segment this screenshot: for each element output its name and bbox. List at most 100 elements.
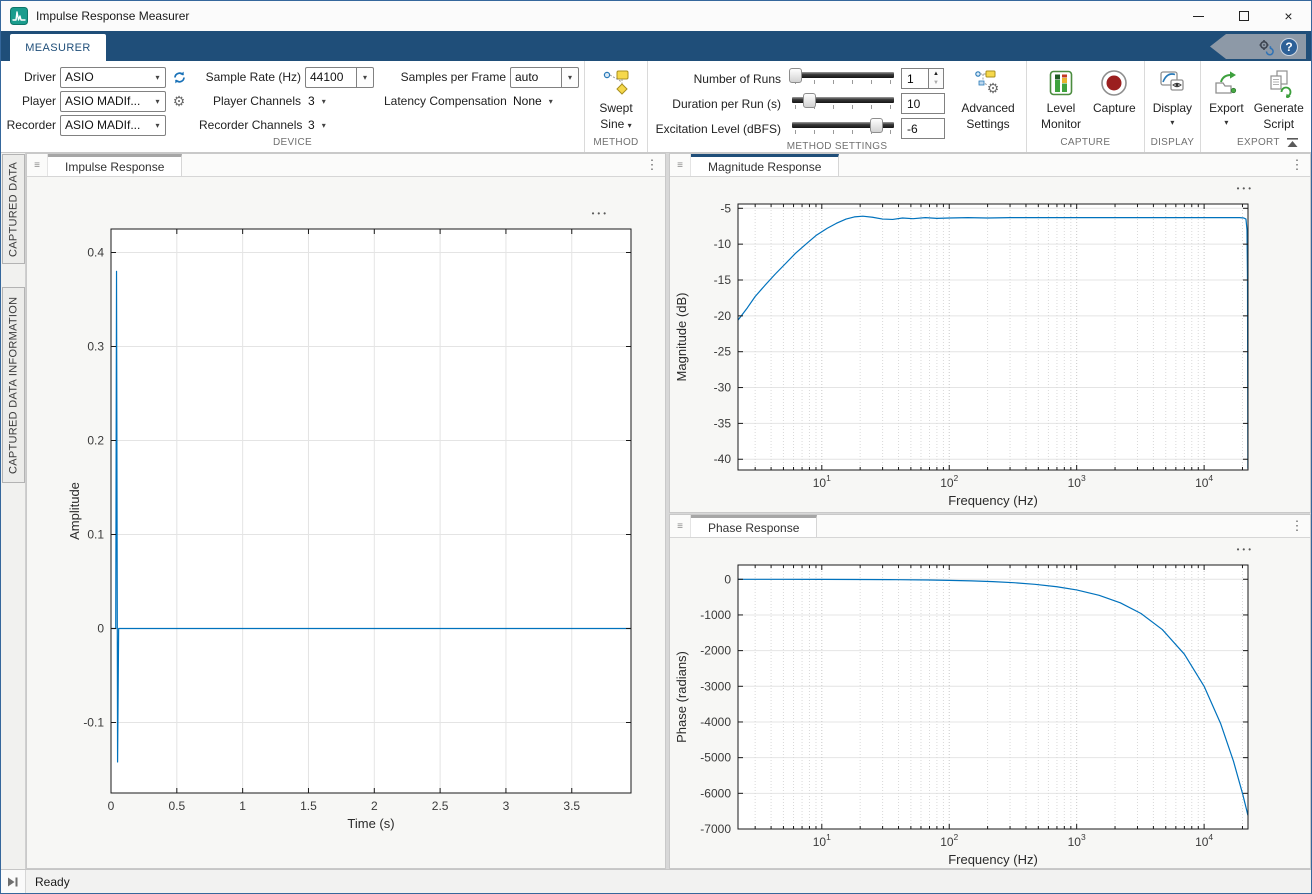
svg-text:104: 104 xyxy=(1195,473,1213,490)
status-bar: Ready xyxy=(1,869,1311,893)
svg-text:-10: -10 xyxy=(714,237,732,251)
recorder-channels-dropdown[interactable]: 3 ▾ xyxy=(305,118,326,132)
svg-text:0.4: 0.4 xyxy=(87,246,104,260)
group-label-device: DEVICE xyxy=(6,137,579,152)
maximize-button[interactable] xyxy=(1221,1,1266,31)
svg-text:-4000: -4000 xyxy=(700,715,731,729)
svg-text:0: 0 xyxy=(108,799,115,813)
sidebar-item-captured-data[interactable]: CAPTURED DATA xyxy=(2,154,25,264)
advanced-settings-icon: ⚙ xyxy=(973,65,1003,101)
app-icon xyxy=(10,7,28,25)
ribbon-tab-strip: MEASURER ? xyxy=(1,31,1311,61)
slider-thumb[interactable] xyxy=(870,118,883,133)
svg-text:-30: -30 xyxy=(714,381,732,395)
app-window: Impulse Response Measurer × MEASURER ? xyxy=(0,0,1312,894)
panel-menu-icon[interactable]: ≡ xyxy=(670,515,691,537)
excitation-level-slider[interactable] xyxy=(792,116,894,141)
panel-menu-icon[interactable]: ≡ xyxy=(27,154,48,176)
impulse-response-panel: ≡ Impulse Response ⋮ ••• -0.100.10.20.30… xyxy=(26,153,666,869)
recorder-dropdown[interactable]: ASIO MADIf... ▾ xyxy=(60,115,166,136)
tab-measurer[interactable]: MEASURER xyxy=(10,34,106,61)
svg-text:3.5: 3.5 xyxy=(563,799,580,813)
latency-compensation-dropdown[interactable]: None ▾ xyxy=(510,94,553,108)
advanced-settings-button[interactable]: ⚙ Advanced Settings xyxy=(955,64,1021,133)
generate-script-button[interactable]: Generate Script xyxy=(1247,64,1311,133)
help-icon[interactable]: ? xyxy=(1280,38,1298,56)
panel-options-icon[interactable]: ⋮ xyxy=(1284,515,1310,537)
duration-per-run-field[interactable]: 10 xyxy=(901,93,945,114)
number-of-runs-spinner[interactable]: 1 ▲▼ xyxy=(901,68,945,89)
player-dropdown[interactable]: ASIO MADIf... ▾ xyxy=(60,91,166,112)
collapse-ribbon-icon[interactable] xyxy=(1283,135,1301,149)
close-button[interactable]: × xyxy=(1266,1,1311,31)
svg-text:102: 102 xyxy=(940,832,958,849)
driver-dropdown[interactable]: ASIO ▾ xyxy=(60,67,166,88)
swept-sine-button[interactable]: Swept Sine ▾ xyxy=(590,64,642,133)
player-channels-dropdown[interactable]: 3 ▾ xyxy=(305,94,326,108)
slider-thumb[interactable] xyxy=(789,68,802,83)
svg-text:-25: -25 xyxy=(714,345,732,359)
ribbon-group-method: Swept Sine ▾ METHOD xyxy=(585,61,648,152)
svg-text:1.5: 1.5 xyxy=(300,799,317,813)
duration-per-run-slider[interactable] xyxy=(792,91,894,116)
axes-toolbar-ellipsis[interactable]: ••• xyxy=(1237,545,1254,554)
chevron-down-icon: ▾ xyxy=(322,121,326,130)
excitation-level-field[interactable]: -6 xyxy=(901,118,945,139)
svg-text:-1000: -1000 xyxy=(700,608,731,622)
status-message: Ready xyxy=(26,875,70,889)
excitation-level-label: Excitation Level (dBFS) xyxy=(653,116,785,141)
samples-per-frame-label: Samples per Frame xyxy=(384,70,510,84)
slider-thumb[interactable] xyxy=(803,93,816,108)
tab-impulse-response[interactable]: Impulse Response xyxy=(48,154,182,176)
spinner-up-icon[interactable]: ▲ xyxy=(929,69,943,79)
phase-panel-body: ••• 0-1000-2000-3000-4000-5000-6000-7000… xyxy=(670,538,1310,868)
export-button[interactable]: Export ▾ xyxy=(1206,64,1247,129)
status-expand-icon[interactable] xyxy=(1,870,26,893)
tab-phase-response[interactable]: Phase Response xyxy=(691,515,817,537)
display-button[interactable]: Display ▾ xyxy=(1150,64,1195,129)
player-channels-label: Player Channels xyxy=(199,94,305,108)
svg-text:102: 102 xyxy=(940,473,958,490)
latency-compensation-label: Latency Compensation xyxy=(384,94,510,108)
sidebar-item-captured-data-information[interactable]: CAPTURED DATA INFORMATION xyxy=(2,287,25,483)
chevron-down-icon[interactable]: ▾ xyxy=(357,67,374,88)
magnitude-panel-body: ••• -40-35-30-25-20-15-10-5101102103104F… xyxy=(670,177,1310,512)
minimize-button[interactable] xyxy=(1176,1,1221,31)
impulse-response-chart[interactable]: -0.100.10.20.30.400.511.522.533.5Time (s… xyxy=(27,177,665,870)
svg-text:-7000: -7000 xyxy=(700,822,731,836)
display-icon xyxy=(1157,65,1187,101)
svg-text:-5: -5 xyxy=(720,201,731,215)
svg-text:-6000: -6000 xyxy=(700,786,731,800)
level-monitor-icon xyxy=(1047,65,1075,101)
tab-magnitude-response[interactable]: Magnitude Response xyxy=(691,154,839,176)
chevron-down-icon[interactable]: ▾ xyxy=(562,67,579,88)
svg-text:-20: -20 xyxy=(714,309,732,323)
device-settings-icon[interactable]: ⚙ xyxy=(169,91,189,111)
sample-rate-label: Sample Rate (Hz) xyxy=(199,70,305,84)
level-monitor-button[interactable]: Level Monitor xyxy=(1032,64,1090,133)
sample-rate-combobox[interactable]: 44100 ▾ xyxy=(305,67,374,88)
spinner-down-icon[interactable]: ▼ xyxy=(929,79,943,89)
svg-text:Phase (radians): Phase (radians) xyxy=(674,651,689,743)
number-of-runs-slider[interactable] xyxy=(792,66,894,91)
refresh-devices-icon[interactable] xyxy=(169,67,189,87)
panel-options-icon[interactable]: ⋮ xyxy=(1284,154,1310,176)
panel-menu-icon[interactable]: ≡ xyxy=(670,154,691,176)
preferences-sync-icon[interactable] xyxy=(1256,38,1274,56)
panel-options-icon[interactable]: ⋮ xyxy=(639,154,665,176)
svg-text:-3000: -3000 xyxy=(700,679,731,693)
axes-toolbar-ellipsis[interactable]: ••• xyxy=(592,209,609,218)
phase-response-chart[interactable]: 0-1000-2000-3000-4000-5000-6000-70001011… xyxy=(670,538,1310,870)
samples-per-frame-combobox[interactable]: auto ▾ xyxy=(510,67,579,88)
chevron-down-icon: ▾ xyxy=(1170,117,1174,128)
capture-button[interactable]: Capture xyxy=(1090,64,1139,118)
duration-per-run-label: Duration per Run (s) xyxy=(653,91,785,116)
driver-label: Driver xyxy=(6,70,60,84)
impulse-panel-body: ••• -0.100.10.20.30.400.511.522.533.5Tim… xyxy=(27,177,665,868)
ribbon-group-method-settings: Number of Runs 1 ▲▼ Duration per Run (s) xyxy=(648,61,1027,152)
chevron-down-icon: ▾ xyxy=(150,121,165,130)
magnitude-response-chart[interactable]: -40-35-30-25-20-15-10-5101102103104Frequ… xyxy=(670,177,1310,511)
player-label: Player xyxy=(6,94,60,108)
axes-toolbar-ellipsis[interactable]: ••• xyxy=(1237,184,1254,193)
chevron-down-icon: ▾ xyxy=(150,73,165,82)
